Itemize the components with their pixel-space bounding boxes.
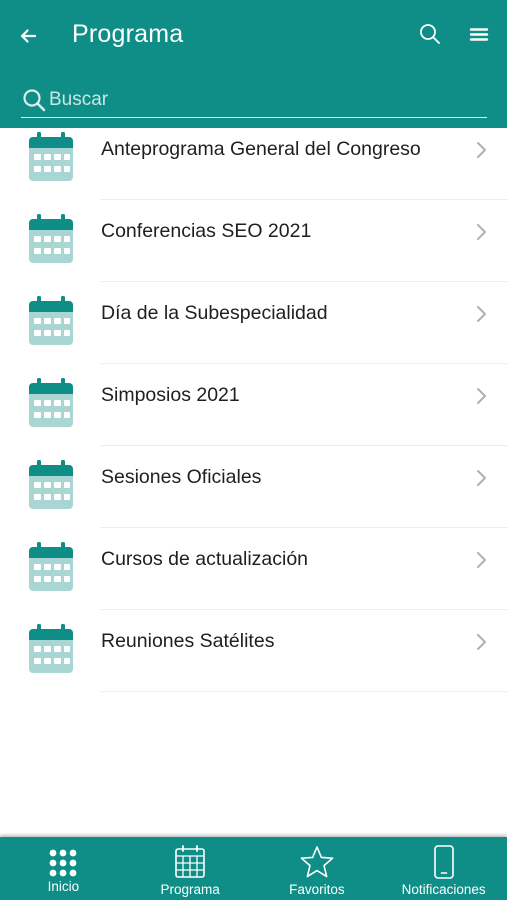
chevron-right-icon — [477, 470, 486, 486]
search-field-icon — [23, 88, 46, 111]
list-item[interactable]: Sesiones Oficiales — [0, 446, 507, 528]
calendar-icon — [29, 460, 73, 509]
nav-label: Inicio — [47, 879, 80, 894]
list-item-label: Conferencias SEO 2021 — [101, 220, 312, 242]
back-arrow-icon — [20, 29, 37, 43]
program-list: Anteprograma General del Congreso Confer… — [0, 128, 507, 692]
chevron-right-icon — [477, 552, 486, 568]
bottom-nav: Inicio Programa Favoritos Notificaciones — [0, 837, 507, 900]
nav-label: Favoritos — [289, 882, 345, 897]
list-item-label: Simposios 2021 — [101, 384, 240, 406]
nav-label: Programa — [160, 882, 220, 897]
chevron-right-icon — [477, 306, 486, 322]
nav-item-notificaciones[interactable]: Notificaciones — [380, 837, 507, 900]
grid-icon — [49, 849, 77, 877]
search-input[interactable] — [49, 88, 469, 111]
chevron-right-icon — [477, 224, 486, 240]
list-item[interactable]: Cursos de actualización — [0, 528, 507, 610]
hamburger-menu-icon — [469, 28, 489, 41]
calendar-icon — [29, 214, 73, 263]
menu-button[interactable] — [468, 22, 496, 50]
nav-item-programa[interactable]: Programa — [127, 837, 254, 900]
chevron-right-icon — [477, 142, 486, 158]
calendar-icon — [29, 624, 73, 673]
phone-icon — [433, 845, 454, 879]
list-item-label: Día de la Subespecialidad — [101, 302, 328, 324]
app-bar: Programa — [0, 0, 507, 128]
search-button[interactable] — [418, 22, 446, 50]
list-item-label: Cursos de actualización — [101, 548, 309, 570]
search-icon — [420, 24, 440, 44]
list-item-label: Reuniones Satélites — [101, 630, 275, 652]
page-title: Programa — [72, 20, 184, 48]
list-item[interactable]: Simposios 2021 — [0, 364, 507, 446]
calendar-icon — [175, 845, 205, 878]
star-icon — [300, 846, 334, 878]
list-item[interactable]: Conferencias SEO 2021 — [0, 200, 507, 282]
list-item-label: Sesiones Oficiales — [101, 466, 262, 488]
calendar-icon — [29, 296, 73, 345]
list-item[interactable]: Anteprograma General del Congreso — [0, 118, 507, 200]
divider — [101, 691, 507, 692]
search-bar — [21, 82, 487, 118]
list-item[interactable]: Reuniones Satélites — [0, 610, 507, 692]
nav-item-favoritos[interactable]: Favoritos — [254, 837, 381, 900]
nav-item-inicio[interactable]: Inicio — [0, 837, 127, 900]
nav-label: Notificaciones — [401, 882, 486, 897]
back-button[interactable] — [14, 22, 42, 50]
chevron-right-icon — [477, 388, 486, 404]
calendar-icon — [29, 542, 73, 591]
list-item-label: Anteprograma General del Congreso — [101, 138, 421, 160]
chevron-right-icon — [477, 634, 486, 650]
calendar-icon — [29, 132, 73, 181]
calendar-icon — [29, 378, 73, 427]
list-item[interactable]: Día de la Subespecialidad — [0, 282, 507, 364]
